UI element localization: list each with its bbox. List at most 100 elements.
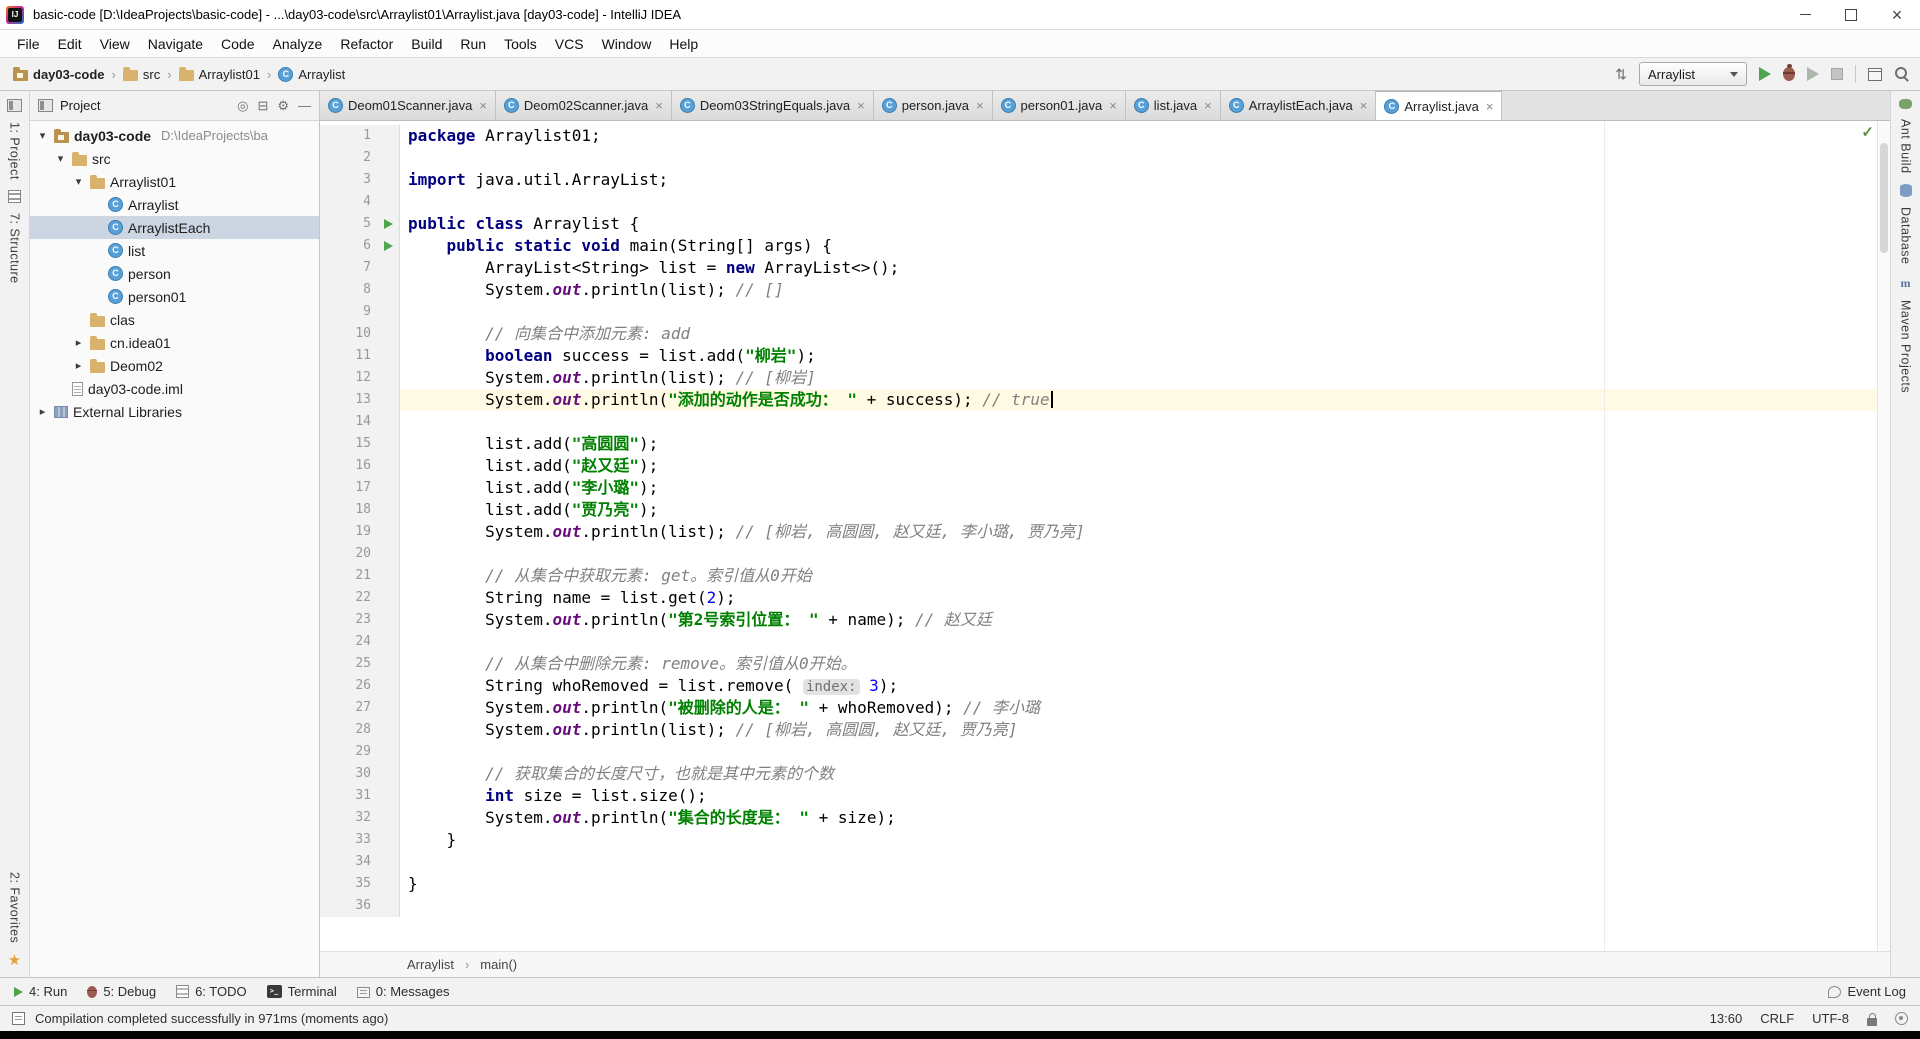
code-line-2[interactable]: 2	[320, 147, 1890, 169]
menu-window[interactable]: Window	[593, 36, 661, 52]
code-line-31[interactable]: 31 int size = list.size();	[320, 785, 1890, 807]
run-gutter-icon[interactable]	[384, 241, 393, 251]
menu-view[interactable]: View	[91, 36, 139, 52]
close-button[interactable]	[1874, 0, 1920, 29]
close-tab-icon[interactable]: ×	[857, 98, 865, 113]
code-line-15[interactable]: 15 list.add("高圆圆");	[320, 433, 1890, 455]
maximize-button[interactable]	[1828, 0, 1874, 29]
highlighting-level-icon[interactable]	[1895, 1012, 1908, 1025]
chevron-expanded-icon[interactable]: ▾	[36, 129, 49, 142]
menu-edit[interactable]: Edit	[49, 36, 91, 52]
code-line-32[interactable]: 32 System.out.println("集合的长度是： " + size)…	[320, 807, 1890, 829]
code-line-12[interactable]: 12 System.out.println(list); // [柳岩]	[320, 367, 1890, 389]
code-line-14[interactable]: 14	[320, 411, 1890, 433]
code-line-4[interactable]: 4	[320, 191, 1890, 213]
breadcrumb-arraylist[interactable]: Arraylist	[404, 956, 457, 973]
code-line-10[interactable]: 10 // 向集合中添加元素: add	[320, 323, 1890, 345]
toolbutton-5-debug[interactable]: 5: Debug	[87, 984, 156, 999]
code-line-30[interactable]: 30 // 获取集合的长度尺寸，也就是其中元素的个数	[320, 763, 1890, 785]
nav-crumb-arraylist[interactable]: Arraylist	[275, 65, 348, 84]
nav-crumb-day03-code[interactable]: day03-code	[10, 65, 108, 84]
file-encoding-widget[interactable]: UTF-8	[1812, 1011, 1849, 1026]
code-line-34[interactable]: 34	[320, 851, 1890, 873]
chevron-expanded-icon[interactable]: ▾	[54, 152, 67, 165]
menu-help[interactable]: Help	[660, 36, 707, 52]
run-config-select[interactable]: Arraylist	[1639, 62, 1747, 86]
code-line-19[interactable]: 19 System.out.println(list); // [柳岩, 高圆圆…	[320, 521, 1890, 543]
tool-structure-icon[interactable]	[8, 189, 21, 203]
stop-icon[interactable]	[1831, 68, 1843, 80]
code-line-3[interactable]: 3 import java.util.ArrayList;	[320, 169, 1890, 191]
tree-item-deom02[interactable]: ▸ Deom02	[30, 354, 319, 377]
code-line-17[interactable]: 17 list.add("李小璐");	[320, 477, 1890, 499]
status-window-icon[interactable]	[12, 1012, 25, 1025]
tree-item-cn-idea01[interactable]: ▸ cn.idea01	[30, 331, 319, 354]
code-line-21[interactable]: 21 // 从集合中获取元素: get。索引值从0开始	[320, 565, 1890, 587]
tool-button-maven-projects[interactable]: Maven Projects	[1899, 300, 1913, 393]
code-line-13[interactable]: 13 System.out.println("添加的动作是否成功： " + su…	[320, 389, 1890, 411]
minimize-button[interactable]	[1782, 0, 1828, 29]
menu-file[interactable]: File	[8, 36, 49, 52]
lock-icon[interactable]	[1867, 1012, 1877, 1026]
menu-navigate[interactable]: Navigate	[139, 36, 212, 52]
scrollbar-thumb[interactable]	[1880, 143, 1888, 253]
code-line-33[interactable]: 33 }	[320, 829, 1890, 851]
tree-item-person[interactable]: person	[30, 262, 319, 285]
tab-deom03stringequals-java[interactable]: Deom03StringEquals.java ×	[671, 91, 874, 120]
code-line-1[interactable]: 1 package Arraylist01;	[320, 125, 1890, 147]
tree-item-clas[interactable]: clas	[30, 308, 319, 331]
tool-ant-icon[interactable]	[1899, 99, 1912, 109]
chevron-collapsed-icon[interactable]: ▸	[36, 405, 49, 418]
code-line-24[interactable]: 24	[320, 631, 1890, 653]
locate-icon[interactable]: ◎	[237, 98, 248, 114]
search-everywhere-icon[interactable]	[1894, 66, 1910, 82]
tree-item-arraylist[interactable]: Arraylist	[30, 193, 319, 216]
tool-maven-icon[interactable]	[1901, 274, 1911, 290]
code-line-5[interactable]: 5 public class Arraylist {	[320, 213, 1890, 235]
code-editor[interactable]: 1 package Arraylist01; 2 3 import java.util.…	[320, 121, 1890, 951]
tool-button-2-favorites[interactable]: 2: Favorites	[8, 872, 22, 943]
close-tab-icon[interactable]: ×	[1109, 98, 1117, 113]
code-line-26[interactable]: 26 String whoRemoved = list.remove( inde…	[320, 675, 1890, 697]
tab-arraylisteach-java[interactable]: ArraylistEach.java ×	[1220, 91, 1377, 120]
close-tab-icon[interactable]: ×	[479, 98, 487, 113]
menu-refactor[interactable]: Refactor	[331, 36, 402, 52]
tree-item-day03-code[interactable]: ▾ day03-code D:\IdeaProjects\ba	[30, 124, 319, 147]
chevron-expanded-icon[interactable]: ▾	[72, 175, 85, 188]
code-line-8[interactable]: 8 System.out.println(list); // []	[320, 279, 1890, 301]
tab-deom01scanner-java[interactable]: Deom01Scanner.java ×	[320, 91, 496, 120]
tree-item-person01[interactable]: person01	[30, 285, 319, 308]
code-line-7[interactable]: 7 ArrayList<String> list = new ArrayList…	[320, 257, 1890, 279]
toolbutton-event-log[interactable]: Event Log	[1828, 984, 1906, 999]
favorites-star-icon[interactable]	[8, 951, 21, 969]
menu-vcs[interactable]: VCS	[546, 36, 593, 52]
collapse-all-icon[interactable]: ⊟	[257, 98, 268, 114]
code-line-11[interactable]: 11 boolean success = list.add("柳岩");	[320, 345, 1890, 367]
tree-item-day03-code-iml[interactable]: day03-code.iml	[30, 377, 319, 400]
tool-button-ant-build[interactable]: Ant Build	[1899, 119, 1913, 174]
chevron-collapsed-icon[interactable]: ▸	[72, 336, 85, 349]
tool-project-icon[interactable]	[7, 99, 22, 112]
project-structure-icon[interactable]	[1868, 67, 1882, 81]
run-icon[interactable]	[1759, 67, 1771, 81]
code-line-18[interactable]: 18 list.add("贾乃亮");	[320, 499, 1890, 521]
menu-analyze[interactable]: Analyze	[264, 36, 332, 52]
tool-button-7-structure[interactable]: 7: Structure	[8, 213, 22, 284]
editor-scrollbar[interactable]	[1877, 121, 1890, 951]
close-tab-icon[interactable]: ×	[655, 98, 663, 113]
tool-button-1-project[interactable]: 1: Project	[8, 122, 22, 180]
close-tab-icon[interactable]: ×	[976, 98, 984, 113]
coverage-icon[interactable]	[1807, 67, 1819, 81]
caret-position-widget[interactable]: 13:60	[1710, 1011, 1743, 1026]
code-line-29[interactable]: 29	[320, 741, 1890, 763]
line-separator-widget[interactable]: CRLF	[1760, 1011, 1794, 1026]
code-line-22[interactable]: 22 String name = list.get(2);	[320, 587, 1890, 609]
updates-icon[interactable]	[1615, 66, 1627, 83]
chevron-collapsed-icon[interactable]: ▸	[72, 359, 85, 372]
code-line-36[interactable]: 36	[320, 895, 1890, 917]
menu-run[interactable]: Run	[451, 36, 495, 52]
code-line-9[interactable]: 9	[320, 301, 1890, 323]
nav-crumb-src[interactable]: src	[120, 65, 163, 84]
close-tab-icon[interactable]: ×	[1204, 98, 1212, 113]
code-line-16[interactable]: 16 list.add("赵又廷");	[320, 455, 1890, 477]
